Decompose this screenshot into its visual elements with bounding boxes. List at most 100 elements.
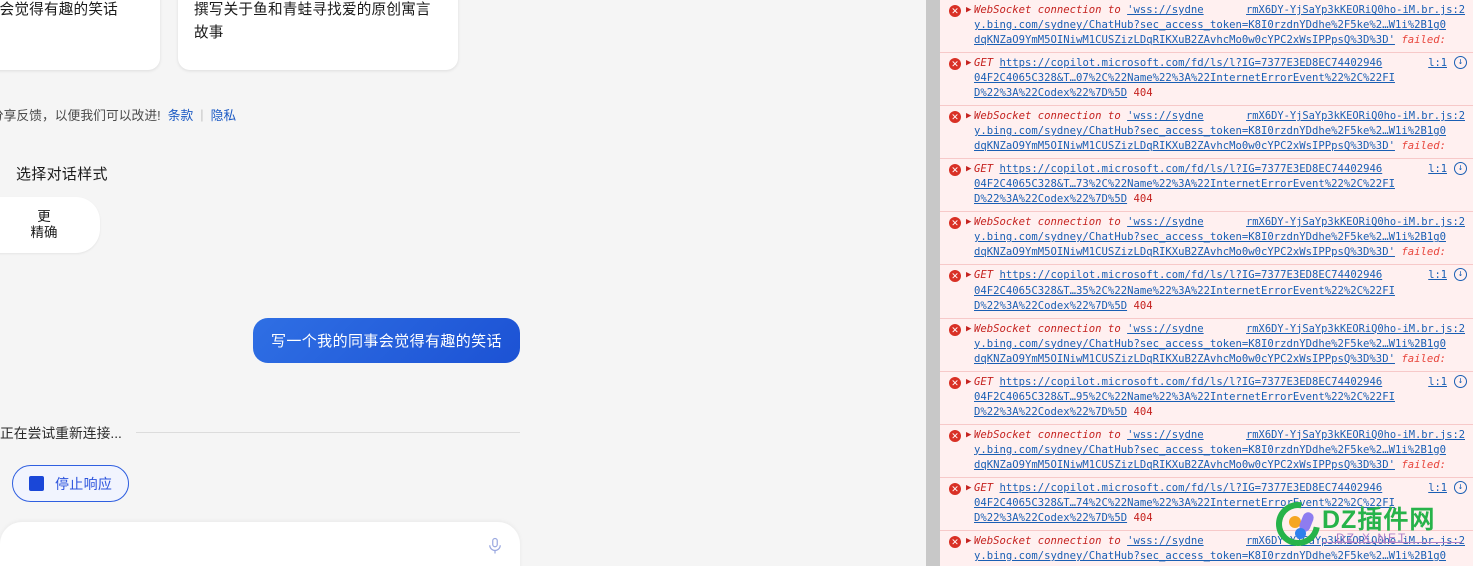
disclaimer-separator: | [200, 107, 204, 122]
network-download-icon[interactable]: ↓ [1454, 374, 1467, 388]
ws-url-part[interactable]: y.bing.com/sydney/ChatHub?sec_access_tok… [974, 18, 1465, 33]
request-url-part[interactable]: https://copilot.microsoft.com/fd/ls/l?IG… [1000, 269, 1383, 281]
request-url-part[interactable]: D%22%3A%22Codex%22%7D%5D [974, 300, 1127, 312]
disclosure-triangle-icon[interactable]: ▶ [966, 163, 971, 176]
disclosure-triangle-icon[interactable]: ▶ [966, 110, 971, 123]
stop-responding-button[interactable]: 停止响应 [12, 465, 130, 502]
console-source-link[interactable]: l:1 [1428, 481, 1447, 496]
console-error-row[interactable]: ✕ ▶ WebSocket connection to 'wss://sydne rm… [940, 0, 1473, 54]
request-url-part[interactable]: 04F2C4065C328&T…35%2C%22Name%22%3A%22Int… [974, 284, 1465, 299]
error-circle-icon: ✕ [949, 270, 961, 283]
privacy-link[interactable]: 隐私 [211, 105, 237, 124]
disclosure-triangle-icon[interactable]: ▶ [966, 482, 971, 495]
disclosure-triangle-icon[interactable]: ▶ [966, 4, 971, 17]
network-download-icon[interactable]: ↓ [1454, 480, 1467, 494]
terms-link[interactable]: 条款 [168, 105, 194, 124]
console-error-row[interactable]: ✕ ▶ WebSocket connection to 'wss://sydne rm… [940, 106, 1473, 160]
network-download-icon[interactable]: ↓ [1454, 56, 1467, 70]
ws-url-part[interactable]: 'wss://sydne [1127, 216, 1204, 228]
request-url-part[interactable]: 04F2C4065C328&T…07%2C%22Name%22%3A%22Int… [974, 71, 1465, 86]
disclosure-triangle-icon[interactable]: ▶ [966, 57, 971, 70]
ws-url-part[interactable]: dqKNZaO9YmM5OINiwM1CUSZizLDqRIKXuB2ZAvhc… [974, 34, 1395, 46]
ws-prefix: WebSocket connection to [974, 216, 1121, 229]
console-error-row[interactable]: ✕ ▶ GET https://copilot.microsoft.com/fd/l… [940, 265, 1473, 319]
ws-url-part[interactable]: 'wss://sydne [1127, 429, 1204, 441]
console-error-row[interactable]: ✕ ▶ WebSocket connection to 'wss://sydne rm… [940, 425, 1473, 478]
style-option-line1: 更 [37, 209, 51, 225]
ws-url-part[interactable]: y.bing.com/sydney/ChatHub?sec_access_tok… [974, 443, 1465, 458]
reconnect-status-text: 正在尝试重新连接... [0, 426, 122, 441]
request-url-part[interactable]: D%22%3A%22Codex%22%7D%5D [974, 512, 1127, 524]
network-download-icon[interactable]: ↓ [1454, 268, 1467, 282]
console-source-link[interactable]: rmX6DY-YjSaYp3kKEORiQ0ho-iM.br.js:2 [1246, 215, 1465, 230]
stop-square-icon [29, 476, 44, 491]
disclosure-triangle-icon[interactable]: ▶ [966, 323, 971, 336]
console-source-link[interactable]: rmX6DY-YjSaYp3kKEORiQ0ho-iM.br.js:2 [1246, 109, 1465, 124]
ws-url-part[interactable]: 'wss://sydne [1127, 535, 1204, 547]
disclaimer-text: 能会出现意外和错误。请分享反馈，以便我们可以改进! [0, 108, 161, 123]
request-url-part[interactable]: https://copilot.microsoft.com/fd/ls/l?IG… [1000, 57, 1383, 69]
console-error-row[interactable]: ✕ ▶ GET https://copilot.microsoft.com/fd/l… [940, 372, 1473, 425]
console-error-row[interactable]: ✕ ▶ WebSocket connection to 'wss://sydne rm… [940, 319, 1473, 372]
request-url-part[interactable]: https://copilot.microsoft.com/fd/ls/l?IG… [1000, 376, 1383, 388]
console-line: dqKNZaO9YmM5OINiwM1CUSZizLDqRIKXuB2ZAvhc… [974, 458, 1465, 473]
console-source-link[interactable]: l:1 [1428, 56, 1447, 71]
console-error-row[interactable]: ✕ ▶ WebSocket connection to 'wss://sydne rm… [940, 212, 1473, 266]
devtools-console-pane[interactable]: ✕ ▶ WebSocket connection to 'wss://sydne rm… [940, 0, 1473, 566]
ws-url-part[interactable]: dqKNZaO9YmM5OINiwM1CUSZizLDqRIKXuB2ZAvhc… [974, 353, 1395, 365]
ws-prefix: WebSocket connection to [974, 322, 1121, 335]
suggestion-card[interactable]: ✨ 撰写关于鱼和青蛙寻找爱的原创寓言故事 [178, 0, 458, 70]
ws-url-part[interactable]: y.bing.com/sydney/ChatHub?sec_access_tok… [974, 124, 1465, 139]
page-scrollbar[interactable] [926, 0, 940, 566]
disclosure-triangle-icon[interactable]: ▶ [966, 269, 971, 282]
ws-url-part[interactable]: dqKNZaO9YmM5OINiwM1CUSZizLDqRIKXuB2ZAvhc… [974, 246, 1395, 258]
disclosure-triangle-icon[interactable]: ▶ [966, 535, 971, 548]
request-url-part[interactable]: D%22%3A%22Codex%22%7D%5D [974, 406, 1127, 418]
ws-url-part[interactable]: y.bing.com/sydney/ChatHub?sec_access_tok… [974, 549, 1465, 564]
ws-failed-text: failed: [1401, 458, 1446, 471]
console-error-row[interactable]: ✕ ▶ GET https://copilot.microsoft.com/fd/l… [940, 159, 1473, 213]
console-line: WebSocket connection to 'wss://sydne rmX6… [974, 109, 1465, 124]
style-option-precise[interactable]: 更 精确 [0, 203, 94, 247]
disclosure-triangle-icon[interactable]: ▶ [966, 376, 971, 389]
request-url-part[interactable]: D%22%3A%22Codex%22%7D%5D [974, 193, 1127, 205]
request-url-part[interactable]: D%22%3A%22Codex%22%7D%5D [974, 87, 1127, 99]
suggestion-card[interactable]: ✨ 写一个我的同事会觉得有趣的笑话 [0, 0, 160, 70]
console-source-link[interactable]: rmX6DY-YjSaYp3kKEORiQ0ho-iM.br.js:2 [1246, 3, 1465, 18]
console-source-link[interactable]: l:1 [1428, 162, 1447, 177]
disclosure-triangle-icon[interactable]: ▶ [966, 429, 971, 442]
ws-url-part[interactable]: 'wss://sydne [1127, 110, 1204, 122]
console-error-row[interactable]: ✕ ▶ GET https://copilot.microsoft.com/fd/l… [940, 478, 1473, 531]
request-url-part[interactable]: 04F2C4065C328&T…73%2C%22Name%22%3A%22Int… [974, 177, 1465, 192]
console-source-link[interactable]: l:1 [1428, 268, 1447, 283]
console-line: GET https://copilot.microsoft.com/fd/ls/… [974, 162, 1467, 177]
ws-url-part[interactable]: y.bing.com/sydney/ChatHub?sec_access_tok… [974, 230, 1465, 245]
console-source-link[interactable]: rmX6DY-YjSaYp3kKEORiQ0ho-iM.br.js:2 [1246, 428, 1465, 443]
message-composer[interactable] [0, 522, 520, 566]
ws-url-part[interactable]: y.bing.com/sydney/ChatHub?sec_access_tok… [974, 337, 1465, 352]
ws-prefix: WebSocket connection to [974, 110, 1121, 123]
ws-url-part[interactable]: 'wss://sydne [1127, 323, 1204, 335]
error-circle-icon: ✕ [949, 5, 961, 17]
ws-failed-text: failed: [1401, 140, 1446, 153]
console-line: WebSocket connection to 'wss://sydne rmX6… [974, 428, 1465, 443]
console-error-row[interactable]: ✕ ▶ WebSocket connection to 'wss://sydne rm… [940, 531, 1473, 566]
ws-url-part[interactable]: dqKNZaO9YmM5OINiwM1CUSZizLDqRIKXuB2ZAvhc… [974, 459, 1395, 471]
console-line: GET https://copilot.microsoft.com/fd/ls/… [974, 374, 1467, 390]
request-url-part[interactable]: https://copilot.microsoft.com/fd/ls/l?IG… [1000, 163, 1383, 175]
network-download-icon[interactable]: ↓ [1454, 162, 1467, 176]
disclosure-triangle-icon[interactable]: ▶ [966, 216, 971, 229]
console-source-link[interactable]: l:1 [1428, 375, 1447, 390]
console-source-link[interactable]: rmX6DY-YjSaYp3kKEORiQ0ho-iM.br.js:2 [1246, 534, 1465, 549]
response-status: 404 [1133, 299, 1153, 312]
ws-url-part[interactable]: 'wss://sydne [1127, 4, 1204, 16]
request-url-part[interactable]: https://copilot.microsoft.com/fd/ls/l?IG… [1000, 482, 1383, 494]
request-url-part[interactable]: 04F2C4065C328&T…95%2C%22Name%22%3A%22Int… [974, 390, 1465, 405]
error-circle-icon: ✕ [949, 58, 961, 71]
console-error-row[interactable]: ✕ ▶ GET https://copilot.microsoft.com/fd/l… [940, 53, 1473, 107]
request-url-part[interactable]: 04F2C4065C328&T…74%2C%22Name%22%3A%22Int… [974, 496, 1465, 511]
console-source-link[interactable]: rmX6DY-YjSaYp3kKEORiQ0ho-iM.br.js:2 [1246, 322, 1465, 337]
reconnect-status: 正在尝试重新连接... [0, 422, 520, 442]
ws-url-part[interactable]: dqKNZaO9YmM5OINiwM1CUSZizLDqRIKXuB2ZAvhc… [974, 140, 1395, 152]
microphone-icon[interactable] [486, 536, 504, 556]
